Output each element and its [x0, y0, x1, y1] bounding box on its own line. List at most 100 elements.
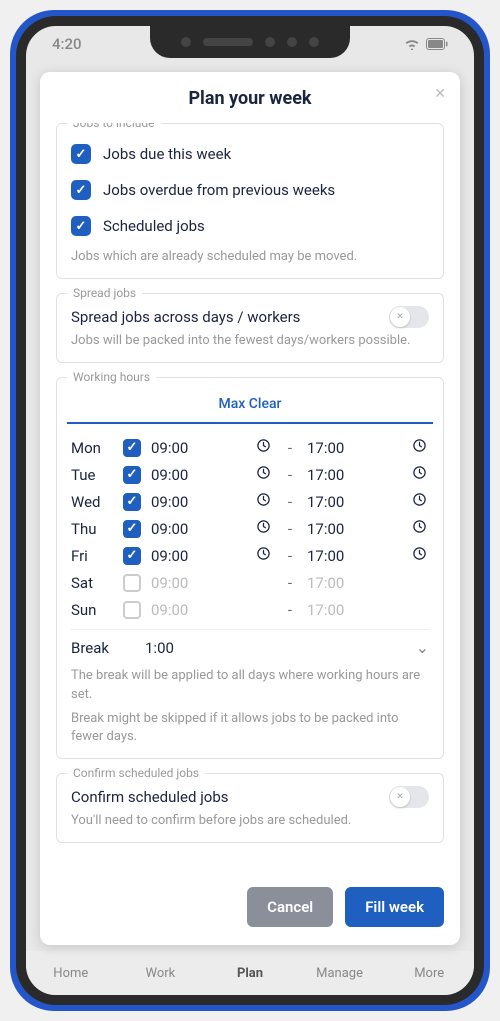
bottom-nav: HomeWorkPlanManageMore — [26, 951, 474, 995]
end-time[interactable]: 17:00 — [307, 439, 399, 457]
jobs-section: Jobs to include Jobs due this week Jobs o… — [56, 123, 444, 279]
job-option-row: Jobs due this week — [71, 136, 429, 172]
day-row-fri: Fri 09:00 -17:00 — [71, 542, 429, 569]
section-legend: Working hours — [67, 370, 156, 384]
section-legend: Confirm scheduled jobs — [67, 766, 205, 780]
start-time[interactable]: 09:00 — [151, 547, 243, 565]
wifi-icon — [404, 35, 420, 54]
close-icon[interactable]: ✕ — [434, 86, 446, 102]
start-time[interactable]: 09:00 — [151, 574, 243, 592]
day-row-sat: Sat 09:00 -17:00 — [71, 569, 429, 596]
job-checkbox-label: Jobs due this week — [103, 145, 231, 163]
spread-section: Spread jobs Spread jobs across days / wo… — [56, 293, 444, 363]
phone-screen: 4:20 HomeWorkPlanManageMore Plan your we… — [16, 16, 484, 1005]
dash: - — [283, 547, 297, 565]
day-name: Sun — [71, 601, 113, 619]
nav-item-manage[interactable]: Manage — [295, 966, 385, 981]
nav-item-more[interactable]: More — [384, 966, 474, 981]
modal-title: Plan your week — [40, 88, 460, 109]
end-time[interactable]: 17:00 — [307, 493, 399, 511]
toggle-knob: ✕ — [390, 307, 410, 327]
day-checkbox[interactable] — [123, 574, 141, 592]
day-row-thu: Thu 09:00 -17:00 — [71, 515, 429, 542]
clock-icon — [253, 492, 273, 511]
job-checkbox-label: Scheduled jobs — [103, 217, 205, 235]
job-checkbox[interactable] — [71, 216, 91, 236]
start-time[interactable]: 09:00 — [151, 466, 243, 484]
clock-icon — [409, 465, 429, 484]
confirm-toggle[interactable]: ✕ — [389, 786, 429, 808]
dash: - — [283, 601, 297, 619]
day-checkbox[interactable] — [123, 601, 141, 619]
start-time[interactable]: 09:00 — [151, 520, 243, 538]
clock-icon — [409, 519, 429, 538]
dash: - — [283, 520, 297, 538]
break-hint-1: The break will be applied to all days wh… — [71, 663, 429, 705]
day-checkbox[interactable] — [123, 520, 141, 538]
spread-label: Spread jobs across days / workers — [71, 308, 300, 326]
section-legend: Jobs to include — [67, 123, 161, 130]
job-checkbox[interactable] — [71, 180, 91, 200]
dash: - — [283, 574, 297, 592]
worker-tab[interactable]: Max Clear — [67, 386, 433, 422]
nav-item-work[interactable]: Work — [116, 966, 206, 981]
phone-frame: 4:20 HomeWorkPlanManageMore Plan your we… — [10, 10, 490, 1011]
clock-icon — [253, 546, 273, 565]
start-time[interactable]: 09:00 — [151, 439, 243, 457]
day-checkbox[interactable] — [123, 547, 141, 565]
end-time[interactable]: 17:00 — [307, 520, 399, 538]
cancel-button[interactable]: Cancel — [247, 887, 333, 927]
day-name: Tue — [71, 466, 113, 484]
clock-icon — [409, 438, 429, 457]
dash: - — [283, 439, 297, 457]
nav-item-plan[interactable]: Plan — [205, 966, 295, 981]
nav-item-home[interactable]: Home — [26, 966, 116, 981]
clock-icon — [409, 546, 429, 565]
day-row-sun: Sun 09:00 -17:00 — [71, 596, 429, 623]
section-legend: Spread jobs — [67, 286, 142, 300]
clock-icon — [253, 519, 273, 538]
dash: - — [283, 466, 297, 484]
jobs-hint: Jobs which are already scheduled may be … — [71, 244, 429, 268]
break-label: Break — [71, 639, 145, 657]
spread-hint: Jobs will be packed into the fewest days… — [71, 328, 429, 352]
day-name: Mon — [71, 439, 113, 457]
job-option-row: Jobs overdue from previous weeks — [71, 172, 429, 208]
end-time[interactable]: 17:00 — [307, 574, 399, 592]
clock-icon — [253, 465, 273, 484]
break-value[interactable]: 1:00 — [145, 639, 416, 657]
job-checkbox[interactable] — [71, 144, 91, 164]
day-row-mon: Mon 09:00 -17:00 — [71, 434, 429, 461]
day-name: Thu — [71, 520, 113, 538]
confirm-hint: You'll need to confirm before jobs are s… — [71, 808, 429, 832]
plan-week-modal: Plan your week ✕ Jobs to include Jobs du… — [40, 72, 460, 945]
confirm-label: Confirm scheduled jobs — [71, 788, 229, 806]
job-option-row: Scheduled jobs — [71, 208, 429, 244]
notch — [150, 26, 350, 58]
confirm-section: Confirm scheduled jobs Confirm scheduled… — [56, 773, 444, 843]
dash: - — [283, 493, 297, 511]
clock-icon — [253, 438, 273, 457]
day-name: Wed — [71, 493, 113, 511]
battery-icon — [426, 35, 448, 54]
start-time[interactable]: 09:00 — [151, 601, 243, 619]
fill-week-button[interactable]: Fill week — [345, 887, 444, 927]
chevron-down-icon[interactable]: ⌄ — [416, 638, 429, 657]
spread-toggle[interactable]: ✕ — [389, 306, 429, 328]
day-name: Fri — [71, 547, 113, 565]
break-hint-2: Break might be skipped if it allows jobs… — [71, 706, 429, 748]
hours-section: Working hours Max Clear Mon09:00-17:00Tu… — [56, 377, 444, 759]
end-time[interactable]: 17:00 — [307, 601, 399, 619]
start-time[interactable]: 09:00 — [151, 493, 243, 511]
clock-icon — [409, 492, 429, 511]
day-checkbox[interactable] — [123, 466, 141, 484]
toggle-knob: ✕ — [390, 787, 410, 807]
day-row-wed: Wed 09:00 -17:00 — [71, 488, 429, 515]
day-checkbox[interactable] — [123, 493, 141, 511]
job-checkbox-label: Jobs overdue from previous weeks — [103, 181, 335, 199]
end-time[interactable]: 17:00 — [307, 547, 399, 565]
day-name: Sat — [71, 574, 113, 592]
end-time[interactable]: 17:00 — [307, 466, 399, 484]
day-checkbox[interactable] — [123, 439, 141, 457]
status-time: 4:20 — [52, 35, 82, 53]
